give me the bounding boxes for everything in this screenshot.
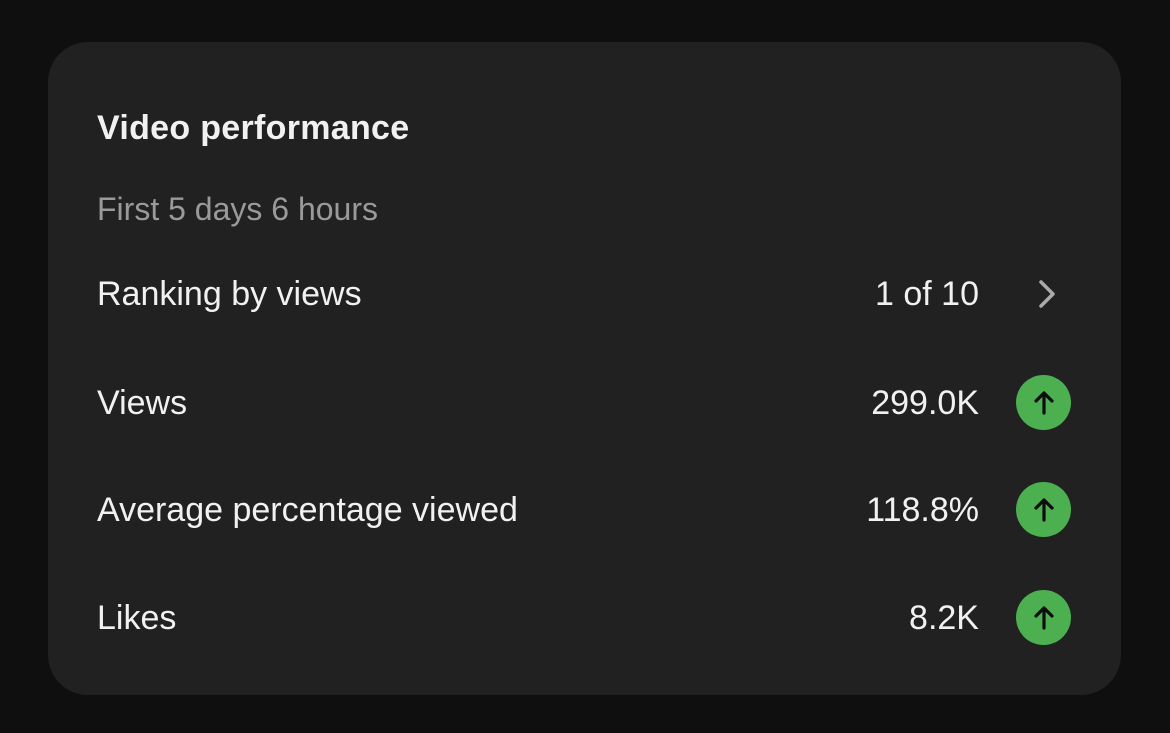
metric-label: Average percentage viewed xyxy=(97,491,518,529)
metric-row-ranking[interactable]: Ranking by views 1 of 10 xyxy=(48,264,1121,324)
metric-row-average-percentage-viewed: Average percentage viewed 118.8% xyxy=(48,480,1121,540)
metric-value: 1 of 10 xyxy=(875,275,979,313)
metric-value: 8.2K xyxy=(909,599,979,637)
metric-label: Ranking by views xyxy=(97,275,362,313)
arrow-up-icon xyxy=(1016,375,1071,430)
video-performance-card: Video performance First 5 days 6 hours R… xyxy=(48,42,1121,695)
metric-label: Views xyxy=(97,384,188,422)
metric-value: 299.0K xyxy=(871,384,979,422)
metric-row-views: Views 299.0K xyxy=(48,373,1121,433)
metric-value: 118.8% xyxy=(866,491,979,529)
card-subtitle: First 5 days 6 hours xyxy=(97,191,378,227)
metric-row-likes: Likes 8.2K xyxy=(48,588,1121,648)
arrow-up-icon xyxy=(1016,482,1071,537)
card-title: Video performance xyxy=(97,109,410,147)
metric-label: Likes xyxy=(97,599,177,637)
arrow-up-icon xyxy=(1016,590,1071,645)
chevron-right-icon[interactable] xyxy=(1028,276,1064,312)
